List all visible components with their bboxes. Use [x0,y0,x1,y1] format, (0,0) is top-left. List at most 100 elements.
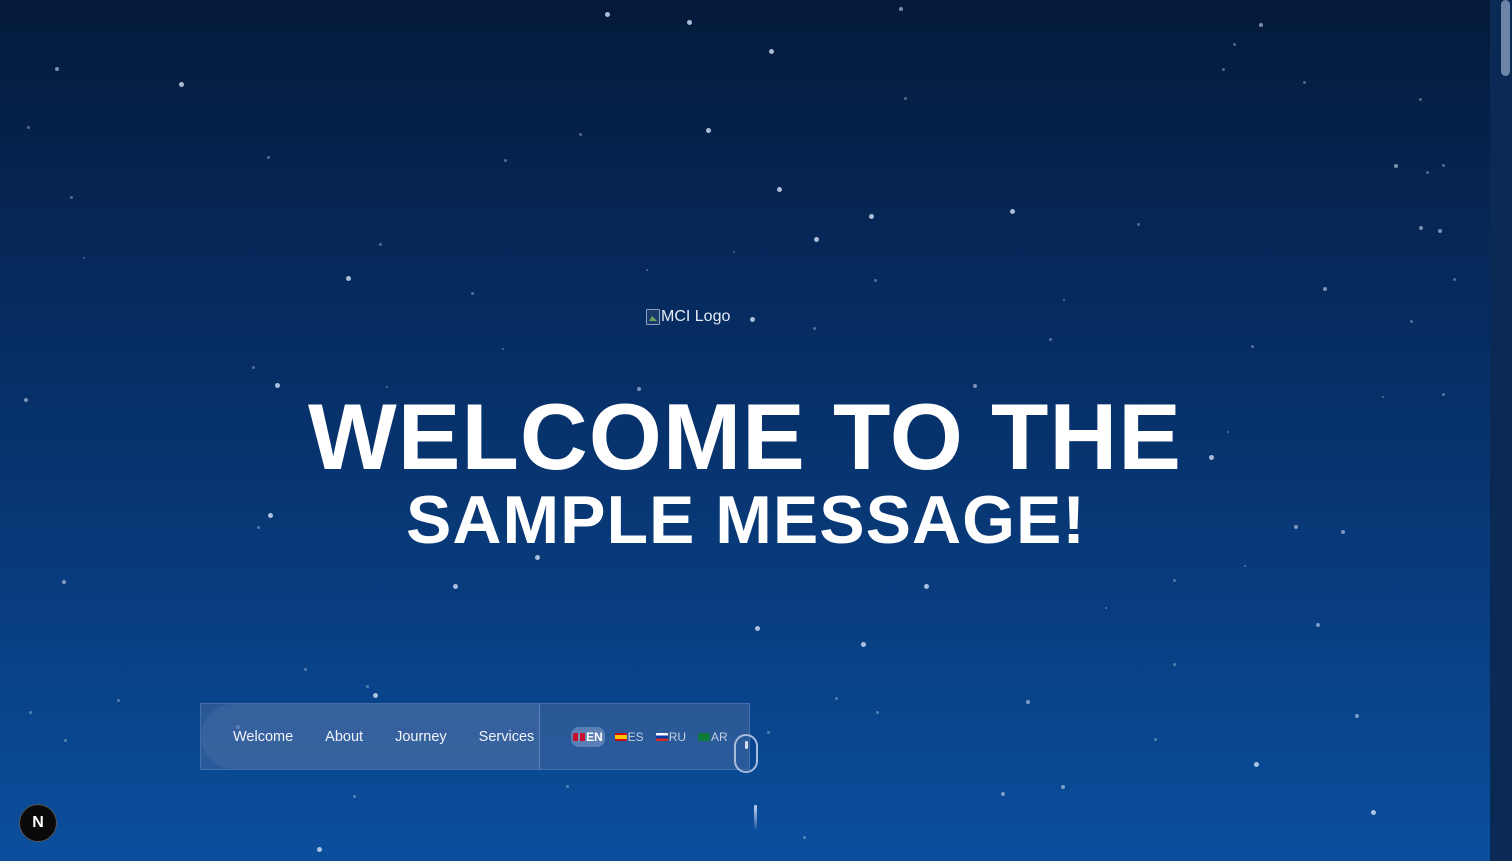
star [1253,761,1259,767]
star [1221,67,1225,71]
star [1105,607,1107,609]
star [1441,163,1445,167]
star [1153,737,1157,741]
star [1172,578,1176,582]
star [62,580,66,584]
ru-flag-icon [655,732,668,741]
star [834,696,838,700]
star [1419,226,1423,230]
vertical-scrollbar[interactable] [1490,0,1512,861]
star [812,326,816,330]
mouse-wheel-icon [745,741,748,749]
star [352,794,356,798]
language-switcher: EN ES RU AR [540,726,730,747]
nav-link-services[interactable]: Services [479,729,535,745]
star [813,236,819,242]
star [83,257,85,259]
star [1172,662,1176,666]
star [1063,299,1065,301]
star [1394,164,1398,168]
star [251,365,255,369]
star [55,67,59,71]
star [470,291,474,295]
logo-alt-text: MCI Logo [661,308,731,325]
star [1323,287,1327,291]
nav-link-journey[interactable]: Journey [395,729,447,745]
gb-flag-icon [573,732,585,741]
star [1244,565,1246,567]
nav-links: Welcome About Journey Services [201,704,540,769]
language-option-en[interactable]: EN [571,726,605,747]
scroll-indicator-mouse-icon[interactable] [734,734,758,773]
star [776,186,782,192]
star [875,710,879,714]
star [903,96,907,100]
language-code: ES [627,729,644,744]
star [266,155,270,159]
language-code: RU [668,729,687,744]
star [365,684,369,688]
star [63,738,67,742]
star [26,125,30,129]
hero-title-line-2: SAMPLE MESSAGE! [406,482,1086,558]
star [1048,337,1052,341]
language-option-ru[interactable]: RU [654,727,688,747]
star [1061,785,1065,789]
star [686,19,692,25]
language-option-ar[interactable]: AR [696,727,730,747]
star [1370,809,1376,815]
star [899,7,903,11]
language-code: AR [711,729,728,744]
star [873,278,877,282]
star [646,269,648,271]
star [1418,97,1422,101]
es-flag-icon [614,732,627,741]
logo: MCI Logo [646,308,730,326]
star [1250,344,1254,348]
star [1425,170,1429,174]
star [1001,792,1005,796]
scrollbar-thumb[interactable] [1501,0,1510,76]
star [1302,80,1306,84]
nav-link-about[interactable]: About [325,729,363,745]
star [378,242,382,246]
star [565,784,569,788]
star [116,698,120,702]
star [749,316,755,322]
star [1259,23,1263,27]
nav-link-welcome[interactable]: Welcome [233,729,293,745]
bottom-navigation-bar: Welcome About Journey Services EN ES RU … [200,703,750,770]
star [766,730,770,734]
star [503,158,507,162]
star [345,275,351,281]
star [754,625,760,631]
star [1026,700,1030,704]
star [1438,229,1442,233]
star [1232,42,1236,46]
star [868,213,874,219]
star [923,583,929,589]
star [1009,208,1015,214]
hero-title-line-1: WELCOME TO THE [308,384,1182,489]
broken-image-icon [646,309,660,325]
star [316,846,322,852]
star [1136,222,1140,226]
star [1409,319,1413,323]
star [28,710,32,714]
star [1355,714,1359,718]
star [303,667,307,671]
star [178,81,184,87]
star [372,692,378,698]
star [69,195,73,199]
star [1316,623,1320,627]
language-option-es[interactable]: ES [613,727,646,747]
star [604,11,610,17]
sa-flag-icon [698,732,711,741]
star [768,48,774,54]
dev-tools-badge[interactable]: N [19,804,57,842]
language-code: EN [586,729,603,744]
star [452,583,458,589]
star [860,641,866,647]
star [502,348,504,350]
star [705,127,711,133]
